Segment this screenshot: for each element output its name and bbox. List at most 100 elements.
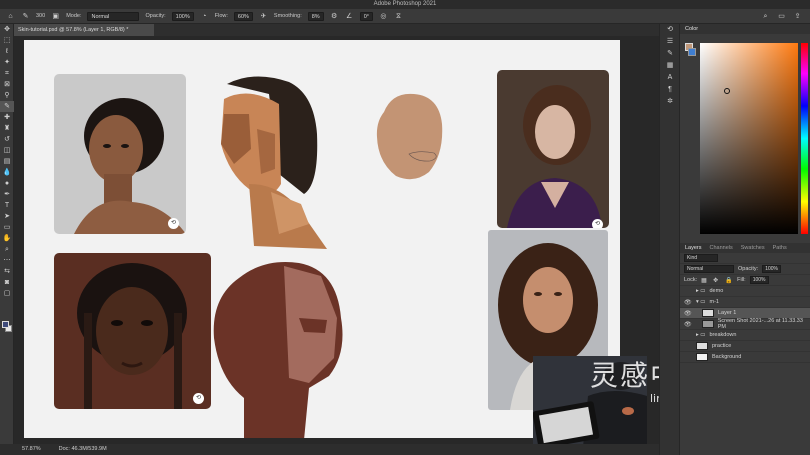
pressure-opacity-icon[interactable]: ◔ <box>200 12 209 21</box>
app-title-bar: Adobe Photoshop 2021 <box>0 0 810 9</box>
zoom-level[interactable]: 57.87% <box>22 444 41 455</box>
document-canvas[interactable]: ⟲ ⟲ ⟲ <box>24 40 620 438</box>
screen-mode-icon[interactable]: ▢ <box>0 288 14 299</box>
reference-photo-woman-1: ⟲ <box>54 74 186 234</box>
color-background-swatch[interactable] <box>688 48 696 56</box>
lasso-tool-icon[interactable]: ℓ <box>0 46 14 57</box>
layer-row-screenshot[interactable]: 👁 Screen Shot 2021-...26 at 11.33.33 PM <box>680 318 810 330</box>
layer-opacity-field[interactable]: 100% <box>762 265 781 273</box>
layer-name: Layer 1 <box>718 310 737 316</box>
lock-pixels-icon[interactable]: ▦ <box>701 277 709 284</box>
folder-icon: ▸ ▭ <box>696 332 706 338</box>
tab-paths[interactable]: Paths <box>773 243 787 253</box>
doc-size: Doc: 46.3M/539.9M <box>58 446 107 452</box>
rectangle-tool-icon[interactable]: ▭ <box>0 222 14 233</box>
app-title: Adobe Photoshop 2021 <box>373 1 437 7</box>
crop-tool-icon[interactable]: ⌗ <box>0 68 14 79</box>
smoothing-settings-icon[interactable]: ⚙ <box>330 12 339 21</box>
pen-tool-icon[interactable]: ✒ <box>0 189 14 200</box>
hue-slider[interactable] <box>801 43 808 234</box>
visibility-eye-icon[interactable]: 👁 <box>684 299 692 306</box>
photo-action-icon[interactable]: ⟲ <box>592 219 603 228</box>
marquee-tool-icon[interactable]: ⬚ <box>0 35 14 46</box>
healing-tool-icon[interactable]: ✚ <box>0 112 14 123</box>
flow-field[interactable]: 60% <box>233 11 253 21</box>
search-icon[interactable]: ⌕ <box>761 12 770 21</box>
layer-name: demo <box>709 288 724 294</box>
visibility-eye-icon[interactable]: 👁 <box>684 321 692 328</box>
airbrush-icon[interactable]: ✈ <box>259 12 268 21</box>
layer-row-demo[interactable]: ▸ ▭ demo <box>680 286 810 297</box>
character-panel-icon[interactable]: A <box>660 72 680 84</box>
clone-stamp-tool-icon[interactable]: ♜ <box>0 123 14 134</box>
layer-filter-select[interactable]: Kind <box>684 254 718 262</box>
pressure-size-icon[interactable]: ◎ <box>379 12 388 21</box>
hand-tool-icon[interactable]: ✋ <box>0 233 14 244</box>
brush-settings-panel-icon[interactable]: ✎ <box>660 48 680 60</box>
lock-all-icon[interactable]: 🔒 <box>725 277 733 284</box>
layer-thumbnail <box>701 320 714 328</box>
history-brush-tool-icon[interactable]: ↺ <box>0 134 14 145</box>
layer-row-background[interactable]: Background <box>680 352 810 363</box>
lock-row: Lock: ▦ ✥ 🔒 Fill: 100% <box>680 275 810 286</box>
portrait-1-illustration <box>74 98 186 234</box>
opacity-field[interactable]: 100% <box>171 11 194 21</box>
move-tool-icon[interactable]: ✥ <box>0 24 14 35</box>
edit-toolbar-icon[interactable]: ⋯ <box>0 255 14 266</box>
status-bar: 57.87% Doc: 46.3M/539.9M <box>0 444 659 455</box>
type-tool-icon[interactable]: T <box>0 200 14 211</box>
history-panel-icon[interactable]: ⟲ <box>660 24 680 36</box>
eyedropper-tool-icon[interactable]: ⚲ <box>0 90 14 101</box>
frame-tool-icon[interactable]: ⊠ <box>0 79 14 90</box>
tab-swatches[interactable]: Swatches <box>741 243 765 253</box>
lock-position-icon[interactable]: ✥ <box>713 277 721 284</box>
tab-layers[interactable]: Layers <box>685 243 702 253</box>
swap-colors-icon[interactable]: ⇆ <box>0 266 14 277</box>
color-picker-cursor[interactable] <box>724 88 730 94</box>
navigator-panel-icon[interactable]: ✲ <box>660 96 680 108</box>
brush-settings-icon[interactable]: ▣ <box>51 12 60 21</box>
properties-panel-icon[interactable]: ☰ <box>660 36 680 48</box>
blur-tool-icon[interactable]: 💧 <box>0 167 14 178</box>
paragraph-panel-icon[interactable]: ¶ <box>660 84 680 96</box>
skin-tone-study-3 <box>213 262 343 438</box>
color-picker-field[interactable] <box>700 43 798 234</box>
layer-row-breakdown[interactable]: ▸ ▭ breakdown <box>680 330 810 341</box>
quick-select-tool-icon[interactable]: ✦ <box>0 57 14 68</box>
layer-row-m1[interactable]: 👁 ▾ ▭ m-1 <box>680 297 810 308</box>
angle-field[interactable]: 0° <box>359 11 373 21</box>
photo-action-icon[interactable]: ⟲ <box>193 393 204 404</box>
layers-panel: Layers Channels Swatches Paths Kind Norm… <box>680 243 810 455</box>
fill-field[interactable]: 100% <box>749 276 769 284</box>
foreground-color-swatch[interactable] <box>2 321 9 328</box>
zoom-tool-icon[interactable]: ⌕ <box>0 244 14 255</box>
lock-label: Lock: <box>684 277 698 283</box>
brush-preset-icon[interactable]: ✎ <box>21 12 30 21</box>
color-panel-header: Color <box>680 24 810 34</box>
brush-size-label[interactable]: 300 <box>36 13 45 19</box>
workspace-icon[interactable]: ▭ <box>777 12 786 21</box>
smoothing-field[interactable]: 8% <box>307 11 324 21</box>
skin-tone-study-1 <box>221 76 327 249</box>
brush-tool-icon[interactable]: ✎ <box>0 101 14 112</box>
dodge-tool-icon[interactable]: ● <box>0 178 14 189</box>
layer-row-practice[interactable]: practice <box>680 341 810 352</box>
home-icon[interactable]: ⌂ <box>6 12 15 21</box>
layer-name: Background <box>712 354 742 360</box>
color-panel-title[interactable]: Color <box>685 24 698 34</box>
gradient-tool-icon[interactable]: ▤ <box>0 156 14 167</box>
mode-select[interactable]: Normal <box>87 11 140 21</box>
smoothing-label: Smoothing: <box>273 13 302 19</box>
quick-mask-icon[interactable]: ◙ <box>0 277 14 288</box>
skin-tone-study-2 <box>376 93 443 180</box>
eraser-tool-icon[interactable]: ◫ <box>0 145 14 156</box>
visibility-eye-icon[interactable]: 👁 <box>684 310 692 317</box>
share-icon[interactable]: ⇪ <box>793 12 802 21</box>
path-select-tool-icon[interactable]: ➤ <box>0 211 14 222</box>
photo-action-icon[interactable]: ⟲ <box>168 218 179 229</box>
tab-channels[interactable]: Channels <box>710 243 733 253</box>
swatches-panel-icon[interactable]: ▦ <box>660 60 680 72</box>
document-tab[interactable]: Skin-tutorial.psd @ 57.8% (Layer 1, RGB/… <box>14 24 154 36</box>
symmetry-icon[interactable]: ⧖ <box>394 12 403 21</box>
blend-mode-select[interactable]: Normal <box>684 265 734 273</box>
